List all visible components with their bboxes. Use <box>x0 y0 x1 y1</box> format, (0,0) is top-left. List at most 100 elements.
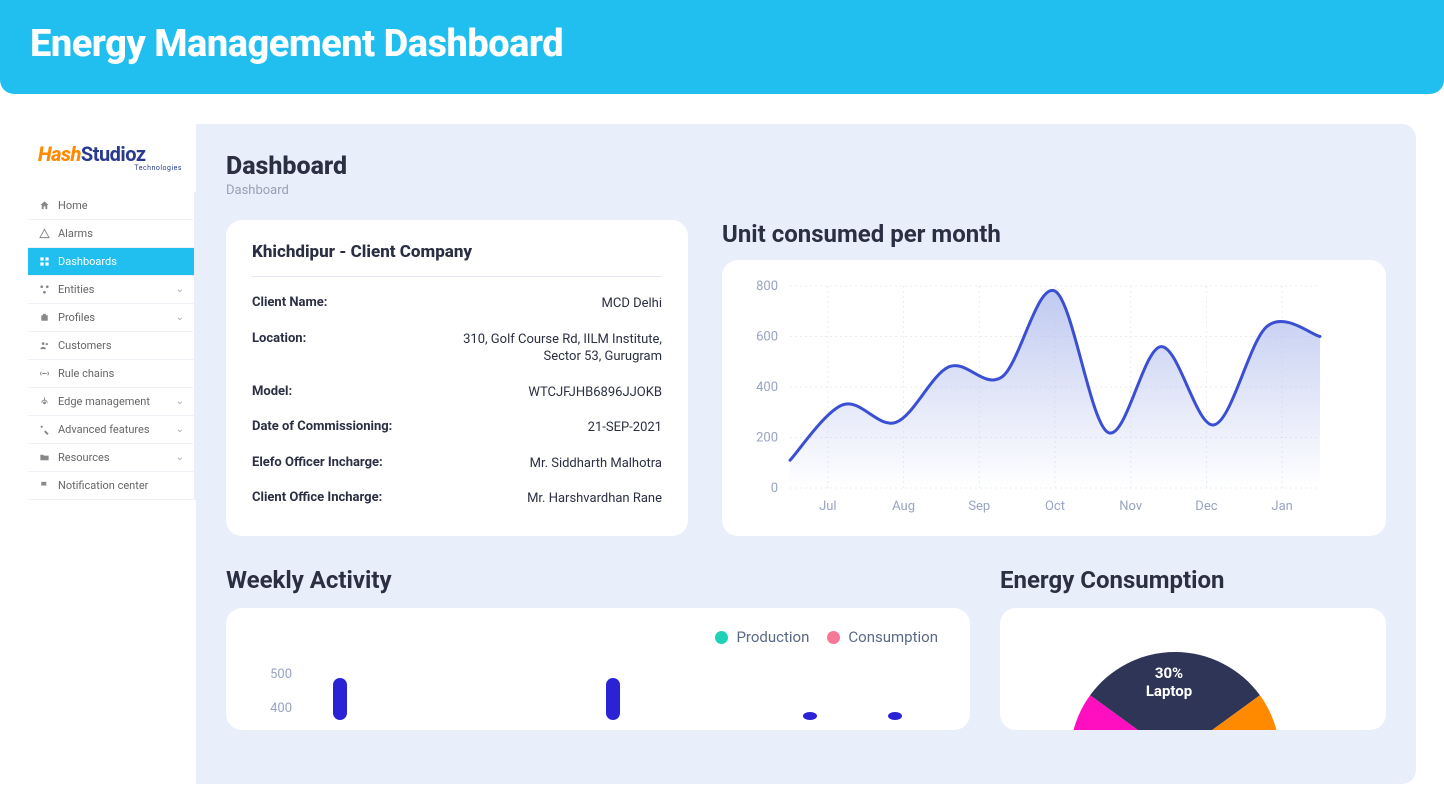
svg-text:Jan: Jan <box>1271 499 1292 514</box>
breadcrumb: Dashboard <box>226 183 1386 198</box>
svg-text:400: 400 <box>756 380 778 395</box>
alert-icon <box>38 228 50 240</box>
chevron-down-icon: ⌄ <box>176 452 184 463</box>
info-value: Mr. Harshvardhan Rane <box>527 490 662 508</box>
energy-consumption-card: 30%Laptop <box>1000 608 1386 730</box>
nav-label: Resources <box>58 451 110 464</box>
folder-icon <box>38 452 50 464</box>
weekly-activity-chart: 500 400 <box>248 646 948 720</box>
svg-text:400: 400 <box>270 701 292 716</box>
nav-label: Alarms <box>58 227 93 240</box>
page-header: Dashboard Dashboard <box>226 152 1386 198</box>
info-label: Date of Commissioning: <box>252 419 392 434</box>
nav-customers[interactable]: Customers <box>28 332 194 360</box>
rule-chains-icon <box>38 368 50 380</box>
chevron-down-icon: ⌄ <box>176 312 184 323</box>
app-header: Energy Management Dashboard <box>0 0 1444 94</box>
app-title: Energy Management Dashboard <box>30 22 1414 66</box>
svg-text:Dec: Dec <box>1195 499 1217 514</box>
info-row-elefo: Elefo Officer Incharge: Mr. Siddharth Ma… <box>252 455 662 473</box>
unit-consumed-block: Unit consumed per month 0 200 400 600 800 Jul… <box>722 220 1386 536</box>
info-row-model: Model: WTCJFJHB6896JJOKB <box>252 384 662 402</box>
info-value: 21-SEP-2021 <box>588 419 662 437</box>
chevron-down-icon: ⌄ <box>176 396 184 407</box>
logo-part1: Hash <box>38 142 81 166</box>
nav-dashboards[interactable]: Dashboards <box>28 248 194 276</box>
unit-chart-card: 0 200 400 600 800 Jul Aug Sep Oct Nov Dec Jan <box>722 260 1386 536</box>
info-label: Elefo Officer Incharge: <box>252 455 383 470</box>
brand-logo: HashStudioz Technologies <box>28 124 196 184</box>
nav-label: Dashboards <box>58 255 117 268</box>
app-shell: HashStudioz Technologies Home Alarms <box>28 124 1416 784</box>
weekly-activity-title: Weekly Activity <box>226 566 970 594</box>
info-value: Mr. Siddharth Malhotra <box>530 455 662 473</box>
nav-label: Rule chains <box>58 367 114 380</box>
legend-label: Production <box>736 628 809 646</box>
nav-alarms[interactable]: Alarms <box>28 220 194 248</box>
logo-part2: Studioz <box>81 142 146 166</box>
nav-label: Entities <box>58 283 94 296</box>
svg-text:500: 500 <box>270 667 292 682</box>
nav-edge-management[interactable]: Edge management ⌄ <box>28 388 194 416</box>
nav-home[interactable]: Home <box>28 192 194 220</box>
svg-text:200: 200 <box>756 431 778 446</box>
chevron-down-icon: ⌄ <box>176 284 184 295</box>
nav-label: Edge management <box>58 395 150 408</box>
info-label: Client Office Incharge: <box>252 490 382 505</box>
nav-label: Notification center <box>58 479 148 492</box>
top-row: Khichdipur - Client Company Client Name:… <box>226 220 1386 536</box>
info-row-client-off: Client Office Incharge: Mr. Harshvardhan… <box>252 490 662 508</box>
nav-rule-chains[interactable]: Rule chains <box>28 360 194 388</box>
svg-text:800: 800 <box>756 279 778 294</box>
flag-icon <box>38 480 50 492</box>
info-card-title: Khichdipur - Client Company <box>252 242 662 277</box>
customers-icon <box>38 340 50 352</box>
main-content: Dashboard Dashboard Khichdipur - Client … <box>196 124 1416 784</box>
info-row-location: Location: 310, Golf Course Rd, IILM Inst… <box>252 331 662 366</box>
svg-text:Laptop: Laptop <box>1146 682 1192 700</box>
energy-consumption-title: Energy Consumption <box>1000 566 1386 594</box>
unit-chart-title: Unit consumed per month <box>722 220 1386 248</box>
svg-text:0: 0 <box>771 481 778 496</box>
nav-resources[interactable]: Resources ⌄ <box>28 444 194 472</box>
svg-text:Nov: Nov <box>1119 499 1143 514</box>
energy-consumption-chart: 30%Laptop <box>1010 622 1340 730</box>
entities-icon <box>38 284 50 296</box>
sidebar: HashStudioz Technologies Home Alarms <box>28 124 196 784</box>
legend-consumption: Consumption <box>827 628 938 646</box>
nav-label: Profiles <box>58 311 95 324</box>
profiles-icon <box>38 312 50 324</box>
bottom-row: Weekly Activity Production Consumption 5… <box>226 566 1386 730</box>
nav-entities[interactable]: Entities ⌄ <box>28 276 194 304</box>
svg-text:Oct: Oct <box>1045 499 1065 514</box>
tools-icon <box>38 424 50 436</box>
home-icon <box>38 200 50 212</box>
info-label: Location: <box>252 331 306 346</box>
chevron-down-icon: ⌄ <box>176 424 184 435</box>
info-label: Client Name: <box>252 295 327 310</box>
client-info-card: Khichdipur - Client Company Client Name:… <box>226 220 688 536</box>
weekly-activity-block: Weekly Activity Production Consumption 5… <box>226 566 970 730</box>
svg-text:Jul: Jul <box>819 499 837 514</box>
nav-notification-center[interactable]: Notification center <box>28 472 194 500</box>
nav-profiles[interactable]: Profiles ⌄ <box>28 304 194 332</box>
weekly-activity-card: Production Consumption 500 400 <box>226 608 970 730</box>
info-value: WTCJFJHB6896JJOKB <box>528 384 662 402</box>
info-row-client-name: Client Name: MCD Delhi <box>252 295 662 313</box>
legend-label: Consumption <box>848 628 938 646</box>
legend-production: Production <box>715 628 809 646</box>
svg-text:600: 600 <box>756 330 778 345</box>
dashboard-icon <box>38 256 50 268</box>
nav-advanced-features[interactable]: Advanced features ⌄ <box>28 416 194 444</box>
nav-label: Advanced features <box>58 423 150 436</box>
info-label: Model: <box>252 384 292 399</box>
weekly-legend: Production Consumption <box>248 622 948 646</box>
energy-consumption-block: Energy Consumption 30%Laptop <box>1000 566 1386 730</box>
svg-text:30%: 30% <box>1155 664 1183 682</box>
svg-text:Aug: Aug <box>892 499 915 514</box>
legend-dot-production <box>715 631 728 644</box>
edge-icon <box>38 396 50 408</box>
page-title: Dashboard <box>226 152 1386 181</box>
svg-text:Sep: Sep <box>968 499 990 514</box>
info-row-doc: Date of Commissioning: 21-SEP-2021 <box>252 419 662 437</box>
